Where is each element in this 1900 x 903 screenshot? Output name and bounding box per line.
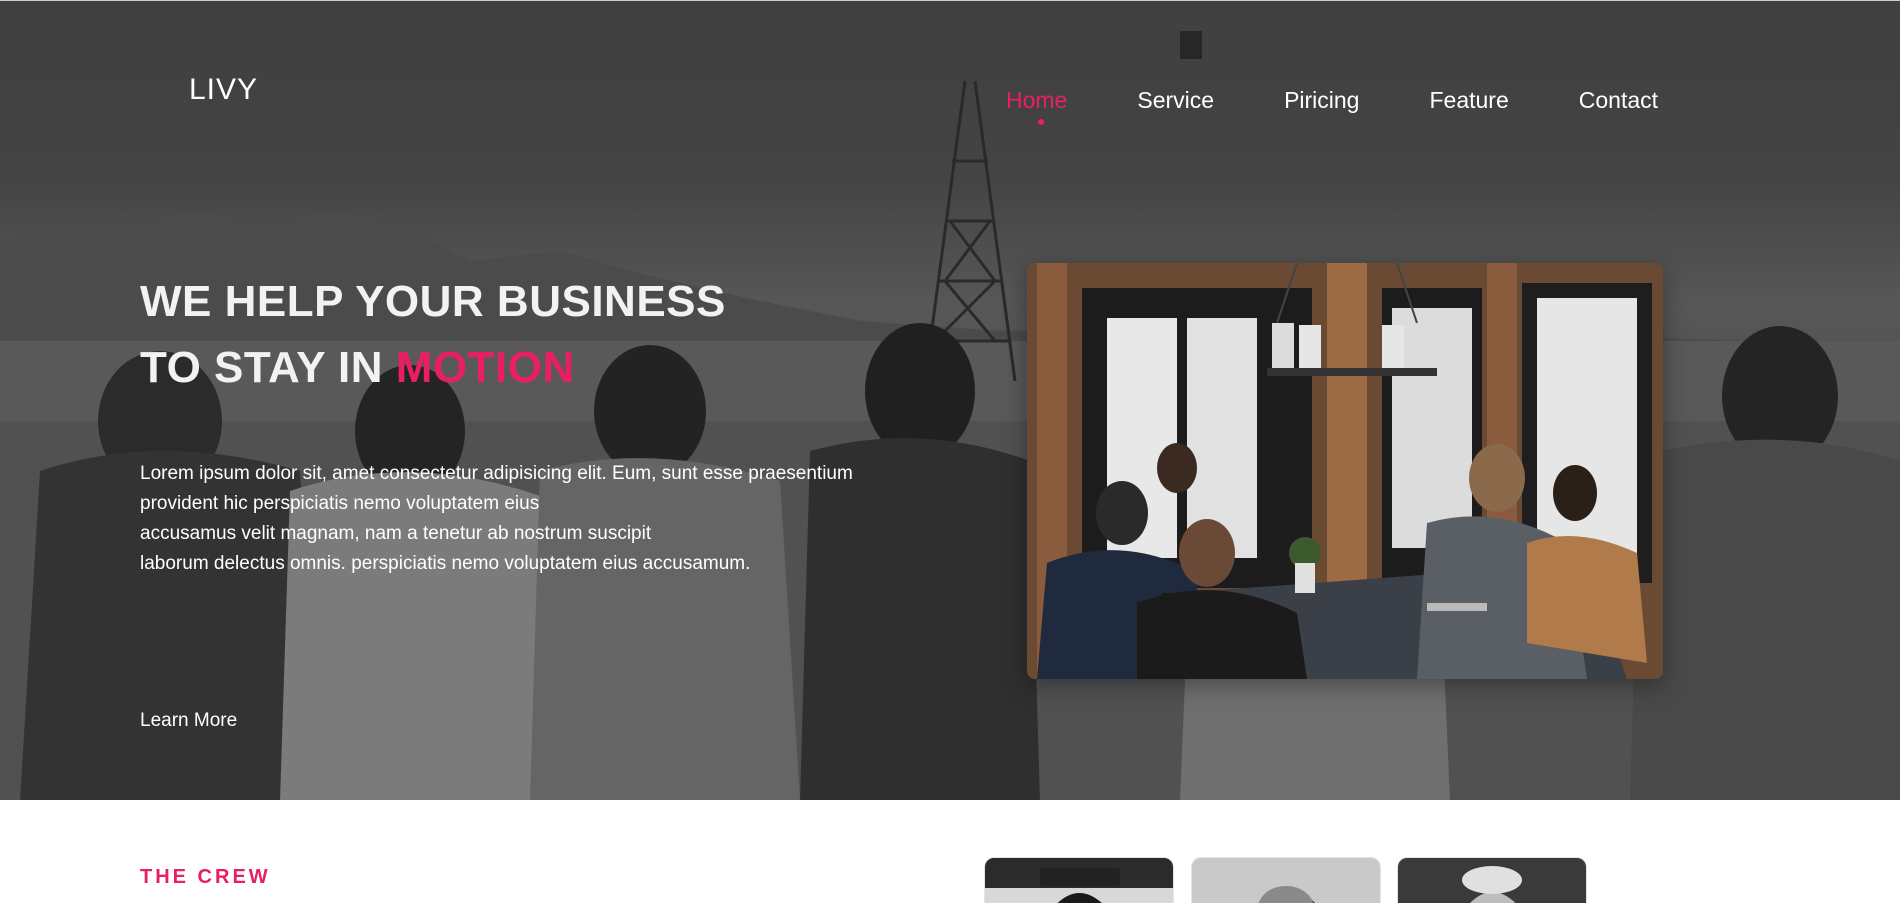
hero-headline: WE HELP YOUR BUSINESS TO STAY IN MOTION bbox=[140, 269, 726, 401]
nav-home[interactable]: Home bbox=[1006, 87, 1068, 125]
headline-line-1: WE HELP YOUR BUSINESS bbox=[140, 277, 726, 326]
nav-contact-label: Contact bbox=[1578, 87, 1659, 113]
description-line-2: provident hic perspiciatis nemo voluptat… bbox=[140, 493, 540, 514]
nav-service-label: Service bbox=[1137, 87, 1215, 113]
team-meeting-image bbox=[1027, 263, 1663, 679]
crew-member-2-portrait bbox=[1192, 858, 1380, 903]
crew-member-3-portrait bbox=[1398, 858, 1586, 903]
landing-page: LIVY Home Service Piricing Feature Conta… bbox=[0, 0, 1900, 903]
headline-accent-word: MOTION bbox=[395, 343, 575, 392]
hero-description: Lorem ipsum dolor sit, amet consectetur … bbox=[140, 459, 920, 579]
site-logo[interactable]: LIVY bbox=[189, 73, 258, 107]
nav-feature[interactable]: Feature bbox=[1429, 87, 1508, 114]
crew-member-photo-1[interactable] bbox=[984, 857, 1174, 903]
nav-contact[interactable]: Contact bbox=[1579, 87, 1658, 114]
hero-section: LIVY Home Service Piricing Feature Conta… bbox=[0, 0, 1900, 800]
nav-pricing[interactable]: Piricing bbox=[1284, 87, 1359, 114]
headline-line-2: TO STAY IN MOTION bbox=[140, 335, 726, 401]
nav-feature-label: Feature bbox=[1429, 87, 1509, 113]
description-line-3: accusamus velit magnam, nam a tenetur ab… bbox=[140, 523, 652, 544]
learn-more-link[interactable]: Learn More bbox=[140, 710, 237, 732]
crew-member-photo-3[interactable] bbox=[1397, 857, 1587, 903]
active-indicator-dot bbox=[1038, 119, 1044, 125]
description-line-4: laborum delectus omnis. perspiciatis nem… bbox=[140, 553, 751, 574]
headline-line-2-prefix: TO STAY IN bbox=[140, 343, 396, 392]
team-meeting-illustration bbox=[1027, 263, 1663, 679]
crew-member-photo-2[interactable] bbox=[1191, 857, 1381, 903]
description-line-1: Lorem ipsum dolor sit, amet consectetur … bbox=[140, 463, 853, 484]
main-nav: Home Service Piricing Feature Contact bbox=[1006, 87, 1658, 125]
nav-home-label: Home bbox=[1006, 87, 1068, 113]
crew-member-1-portrait bbox=[985, 858, 1173, 903]
nav-pricing-label: Piricing bbox=[1284, 87, 1360, 113]
nav-service[interactable]: Service bbox=[1137, 87, 1214, 114]
crew-section-label: THE CREW bbox=[140, 866, 271, 888]
